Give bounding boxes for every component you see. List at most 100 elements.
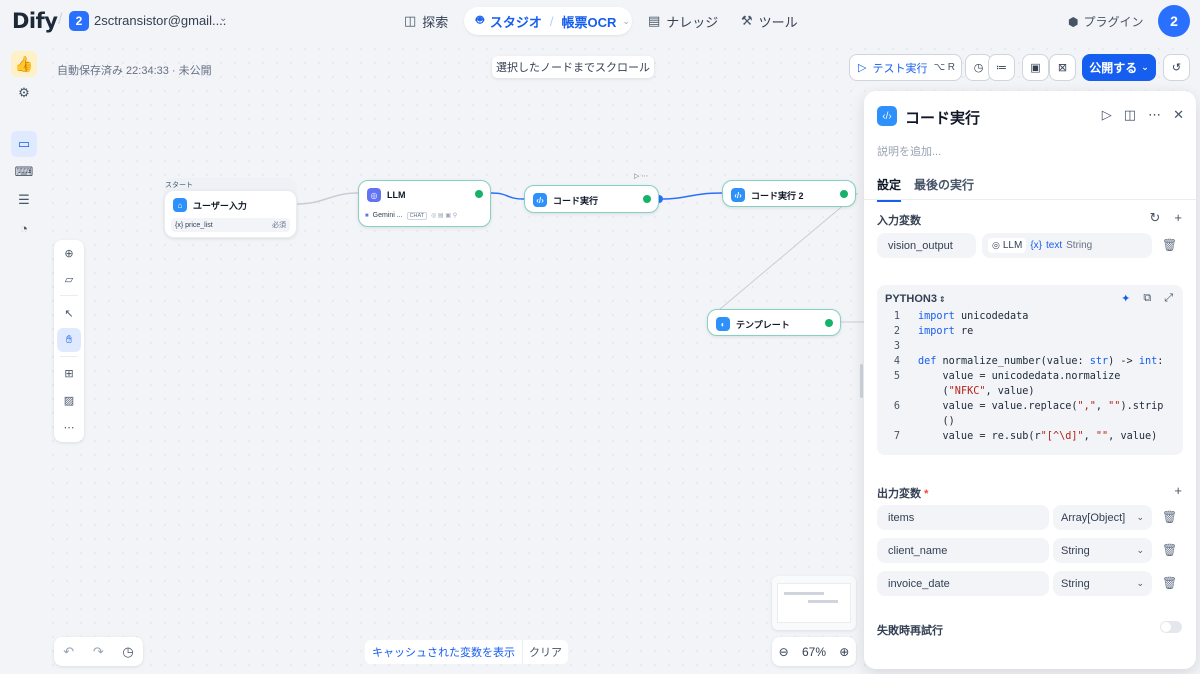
nav-tools[interactable]: ⚒ ツール: [741, 7, 798, 35]
add-node-icon[interactable]: ⊕: [57, 241, 81, 265]
autosave-status: 自動保存済み 22:34:33 · 未公開: [57, 65, 212, 77]
show-cached-vars-button[interactable]: キャッシュされた変数を表示: [365, 639, 523, 664]
panel-resize-handle[interactable]: [860, 364, 863, 398]
cache-variables-bar: キャッシュされた変数を表示 クリア: [365, 639, 568, 664]
dify-logo[interactable]: Dify: [12, 9, 58, 33]
trash-icon[interactable]: 🗑︎: [1162, 510, 1177, 524]
undo-icon[interactable]: ↶: [63, 644, 74, 660]
redo-icon[interactable]: ↷: [93, 644, 104, 660]
nav-divider: /: [549, 13, 554, 29]
scroll-to-node-button[interactable]: 選択したノードまでスクロール: [492, 56, 654, 78]
nav-studio[interactable]: 🤖︎ スタジオ / 帳票OCR ⌄: [464, 7, 632, 35]
hand-icon[interactable]: ✋︎: [57, 328, 81, 352]
input-var-name[interactable]: vision_output: [877, 233, 976, 258]
code-text: def normalize_number(value: str) -> int:: [918, 356, 1164, 367]
sliders-icon[interactable]: ⚙: [11, 80, 37, 106]
code-line: 5 value = unicodedata.normalize: [877, 371, 1183, 386]
output-var-name[interactable]: items: [877, 505, 1049, 530]
code-node-2[interactable]: ‹/› コード実行 2: [722, 180, 856, 207]
start-node[interactable]: ⌂ ユーザー入力 {x} price_list 必須: [164, 190, 297, 238]
trash-icon[interactable]: 🗑︎: [1162, 576, 1177, 590]
node-run-controls[interactable]: ▷ ⋯: [634, 172, 648, 180]
code-line: 7 value = re.sub(r"[^\d]", "", value): [877, 431, 1183, 446]
add-note-icon[interactable]: ▱: [57, 267, 81, 291]
code-text: value = unicodedata.normalize: [918, 371, 1121, 382]
line-number: 4: [893, 356, 900, 367]
close-icon[interactable]: ✕: [1173, 107, 1184, 123]
sparkle-icon[interactable]: ✦: [1121, 292, 1130, 305]
output-var-name[interactable]: invoice_date: [877, 571, 1049, 596]
add-icon[interactable]: +: [1174, 210, 1182, 226]
chevron-down-icon[interactable]: ⌄: [219, 13, 227, 24]
sync-icon[interactable]: ↻: [1150, 210, 1161, 226]
trash-icon[interactable]: 🗑︎: [1162, 543, 1177, 557]
more-icon[interactable]: ⋯: [1148, 107, 1161, 123]
zoom-in-icon[interactable]: ⊕: [839, 645, 849, 659]
input-var-reference[interactable]: ◎ LLM {x} text String: [982, 233, 1152, 258]
output-var-type[interactable]: Array[Object] ⌄: [1053, 505, 1152, 530]
code-line: ("NFKC", value): [877, 386, 1183, 401]
expand-icon[interactable]: ⤢: [1164, 292, 1173, 305]
panel-title[interactable]: コード実行: [905, 107, 980, 128]
workspace-badge[interactable]: 2: [69, 11, 89, 31]
terminal-icon[interactable]: ⌨: [11, 159, 37, 185]
plugins-button[interactable]: ⬢ プラグイン: [1068, 13, 1144, 30]
line-number: 7: [893, 431, 900, 442]
code-line: 2 import re: [877, 326, 1183, 341]
undo-redo-bar: ↶ ↷ ◷: [54, 637, 143, 666]
left-sidebar: 👍 ⚙ ▭ ⌨ ☰ ◔: [0, 42, 46, 674]
export-image-icon[interactable]: ▨: [57, 388, 81, 412]
code-editor[interactable]: PYTHON3 ⇕ ✦ ⧉ ⤢ 1 import unicodedata 2 impor…: [877, 285, 1183, 455]
language-select[interactable]: PYTHON3 ⇕: [885, 293, 946, 305]
conversation-vars-icon[interactable]: ⊠: [1049, 54, 1076, 81]
avatar[interactable]: 2: [1158, 5, 1190, 37]
test-run-button[interactable]: ▷ テスト実行 ⌥ R: [849, 54, 962, 81]
nav-knowledge[interactable]: ▤ ナレッジ: [648, 7, 718, 35]
variable-icon: {x}: [1030, 240, 1042, 251]
robot-icon: 🤖︎: [476, 12, 484, 27]
zoom-level[interactable]: 67%: [802, 645, 826, 659]
template-node[interactable]: ◐ テンプレート: [707, 309, 841, 336]
minimap[interactable]: [772, 576, 856, 630]
output-var-name[interactable]: client_name: [877, 538, 1049, 563]
chevron-down-icon[interactable]: ⌄: [622, 16, 630, 27]
nav-explore[interactable]: ◫ 探索: [404, 7, 448, 35]
env-icon[interactable]: ▣: [1022, 54, 1049, 81]
more-icon[interactable]: ⋯: [57, 415, 81, 439]
clear-button[interactable]: クリア: [523, 639, 568, 664]
workflow-icon[interactable]: ▭: [11, 131, 37, 157]
output-vars-label: 出力変数 *: [877, 488, 929, 500]
history-icon[interactable]: ↺: [1163, 54, 1190, 81]
code-node-1[interactable]: ‹/› コード実行: [524, 185, 659, 213]
explore-icon: ◫: [404, 13, 417, 28]
trash-icon[interactable]: 🗑︎: [1162, 238, 1177, 252]
retry-toggle[interactable]: [1160, 621, 1182, 633]
logs-icon[interactable]: ☰: [11, 187, 37, 213]
run-node-icon[interactable]: ▷: [1102, 107, 1112, 123]
publish-button[interactable]: 公開する ⌄: [1082, 54, 1156, 81]
llm-icon: ◎: [367, 188, 381, 202]
zoom-out-icon[interactable]: ⊖: [779, 645, 789, 659]
pointer-icon[interactable]: ↖: [57, 301, 81, 325]
code-line: 4 def normalize_number(value: str) -> int…: [877, 356, 1183, 371]
line-number: 2: [893, 326, 900, 337]
description-input[interactable]: 説明を追加...: [877, 143, 941, 159]
organize-icon[interactable]: ⊞: [57, 361, 81, 385]
app-name[interactable]: 帳票OCR: [561, 12, 616, 31]
output-var-type[interactable]: String ⌄: [1053, 571, 1152, 596]
monitor-icon[interactable]: ◔: [11, 215, 37, 241]
add-icon[interactable]: +: [1174, 483, 1182, 498]
output-var-type[interactable]: String ⌄: [1053, 538, 1152, 563]
model-feature-icons: ◎ ▤ ▣ ⚲: [431, 213, 458, 219]
panel-layout-icon[interactable]: ◫: [1124, 107, 1136, 123]
code-icon: ‹/›: [877, 106, 897, 126]
code-line: 6 value = value.replace(",", "").strip: [877, 401, 1183, 416]
workspace-name[interactable]: 2sctransistor@gmail....: [94, 13, 226, 28]
thumbs-up-icon[interactable]: 👍: [11, 51, 37, 77]
copy-icon[interactable]: ⧉: [1143, 292, 1151, 305]
retry-label: 失敗時再試行: [877, 625, 943, 637]
variables-icon[interactable]: ≔: [988, 54, 1015, 81]
history-icon[interactable]: ◷: [122, 644, 133, 660]
line-number: 5: [893, 371, 900, 382]
llm-node[interactable]: ◎ LLM ■ Gemini ... CHAT ◎ ▤ ▣ ⚲: [358, 180, 491, 227]
